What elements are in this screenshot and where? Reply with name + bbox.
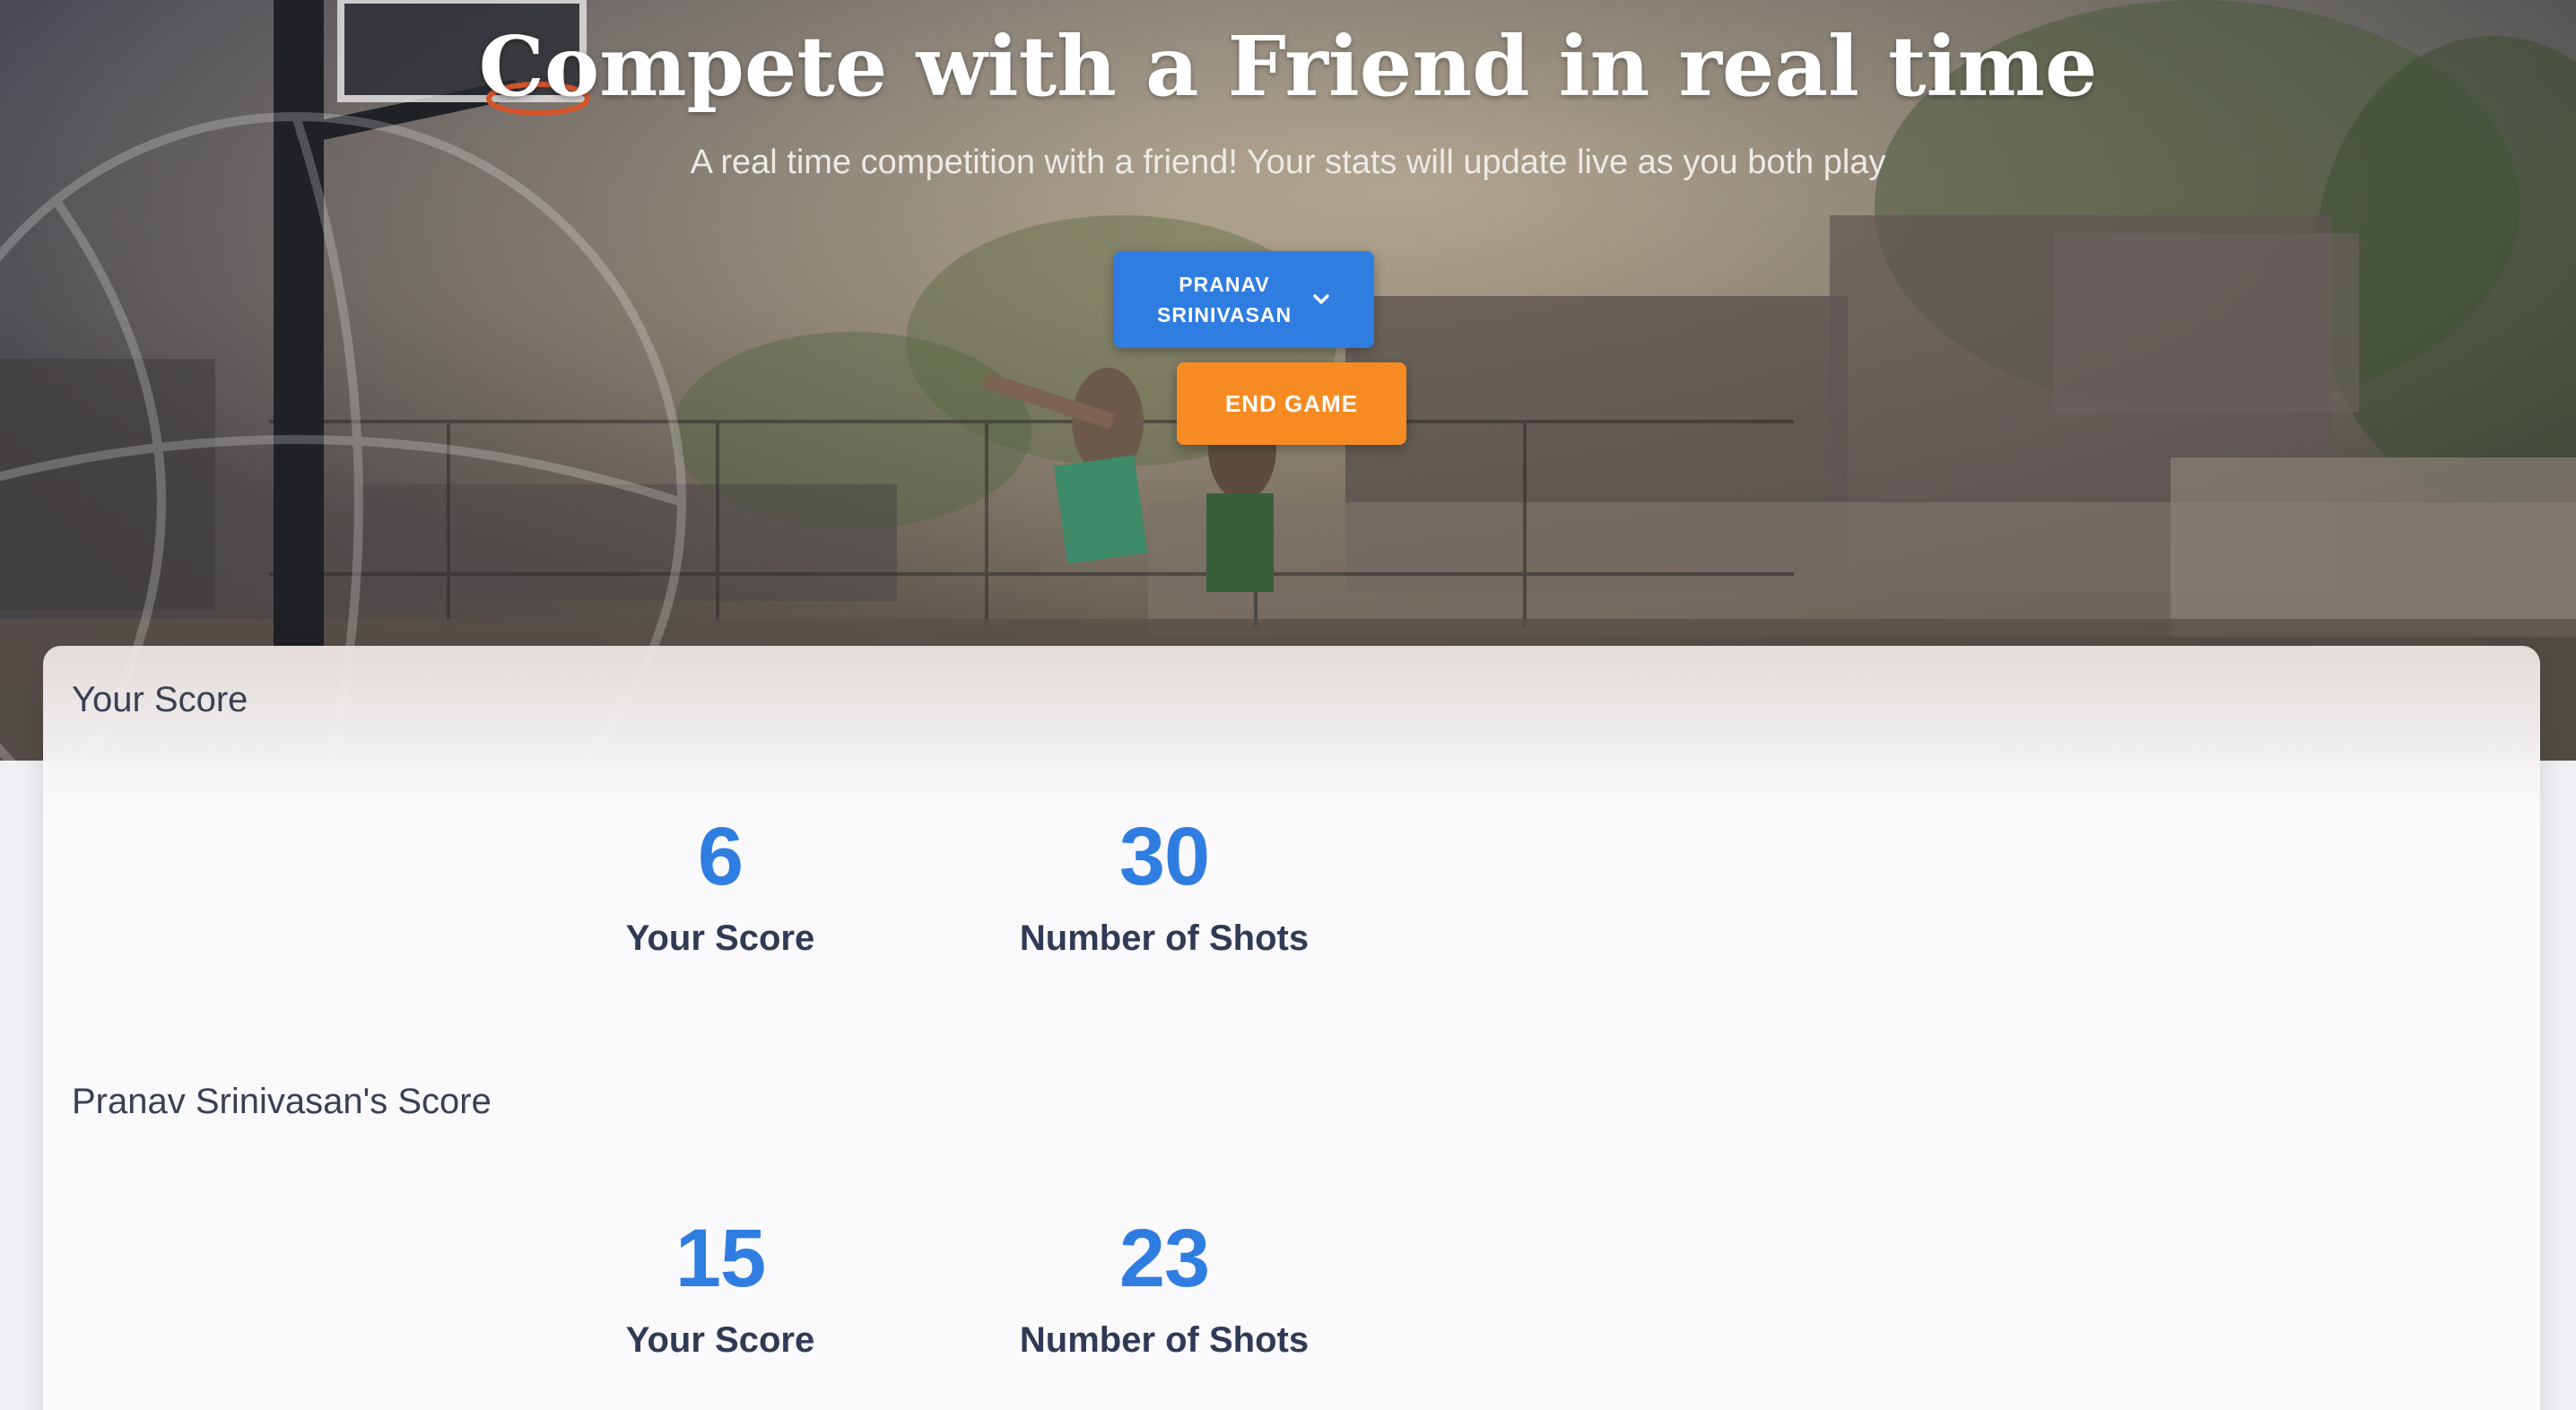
friend-shots-value: 23 (1118, 1213, 1210, 1304)
friend-score-caption: Your Score (625, 1320, 815, 1360)
your-shots-stat: 30 Number of Shots (976, 807, 1353, 959)
your-score-value: 6 (697, 811, 744, 902)
friend-shots-caption: Number of Shots (1019, 1320, 1310, 1360)
score-card: Your Score 6 Your Score 30 Number of Sho… (43, 646, 2540, 1410)
friend-select-dropdown[interactable]: PRANAV SRINIVASAN (1114, 251, 1374, 348)
friend-score-value: 15 (674, 1213, 766, 1304)
your-shots-caption: Number of Shots (1019, 918, 1310, 958)
page-subtitle: A real time competition with a friend! Y… (690, 144, 1886, 181)
your-shots-value: 30 (1118, 811, 1210, 902)
end-game-button[interactable]: END GAME (1177, 362, 1406, 445)
friend-select-label: PRANAV SRINIVASAN (1157, 273, 1292, 326)
your-score-stat: 6 Your Score (532, 807, 909, 959)
your-score-caption: Your Score (625, 918, 815, 958)
friend-score-heading: Pranav Srinivasan's Score (72, 1082, 492, 1121)
your-score-heading: Your Score (72, 680, 248, 719)
friend-score-stat: 15 Your Score (532, 1209, 909, 1361)
page: Compete with a Friend in real time A rea… (0, 0, 2576, 1410)
page-title: Compete with a Friend in real time (478, 18, 2098, 115)
chevron-down-icon (1311, 290, 1331, 309)
friend-shots-stat: 23 Number of Shots (976, 1209, 1353, 1361)
